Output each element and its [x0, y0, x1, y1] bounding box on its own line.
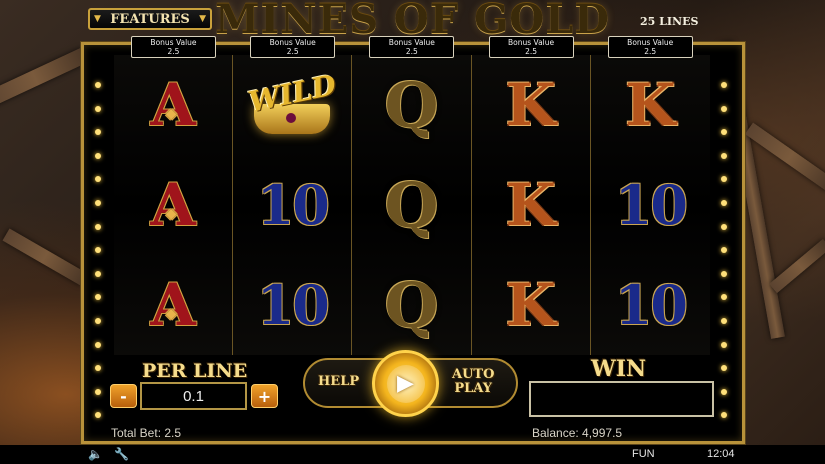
symbol-queen: Q [384, 68, 439, 142]
info-bar: Total Bet: 2.5 Balance: 4,997.5 [84, 424, 742, 441]
reel-4: Bonus Value 2.5 K K K [471, 36, 591, 355]
increase-bet-button[interactable]: + [251, 384, 278, 408]
play-icon: ▶ [386, 364, 425, 403]
wrench-icon[interactable]: 🔧 [114, 447, 129, 461]
speaker-icon[interactable]: 🔈 [88, 447, 103, 461]
mode-label: FUN [632, 448, 655, 460]
symbol-ten: 10 [614, 173, 688, 237]
win-display [529, 381, 714, 417]
lines-count: 25 LINES [640, 15, 699, 28]
balance: Balance: 4,997.5 [532, 426, 623, 440]
symbol-ace: A ◆ [150, 171, 196, 239]
symbol-king: K [505, 71, 556, 139]
reels: Bonus Value 2.5 A ◆ A ◆ A ◆ Bonus Value 2.5 W… [114, 36, 710, 355]
reel-2: Bonus Value 2.5 WILD 10 10 [233, 36, 353, 355]
clock: 12:04 [707, 448, 735, 460]
reel-3: Bonus Value 2.5 Q Q Q [352, 36, 472, 355]
symbol-king: K [505, 171, 556, 239]
per-line-value: 0.1 [140, 382, 247, 410]
triangle-down-icon: ▼ [199, 14, 206, 24]
symbol-ten: 10 [256, 273, 330, 337]
symbol-ten: 10 [256, 173, 330, 237]
symbol-ten: 10 [614, 273, 688, 337]
left-lights [95, 82, 103, 436]
features-label: FEATURES [110, 11, 190, 27]
autoplay-button[interactable]: AUTO PLAY [452, 368, 494, 396]
per-line-label: PER LINE [142, 360, 248, 382]
help-button[interactable]: HELP [318, 374, 359, 389]
symbol-queen: Q [384, 168, 439, 242]
symbol-ace: A ◆ [150, 271, 196, 339]
reel-5: Bonus Value 2.5 K 10 10 [590, 36, 710, 355]
win-label: WIN [591, 356, 647, 382]
right-lights [721, 82, 729, 436]
spin-button[interactable]: ▶ [372, 350, 439, 417]
symbol-wild: WILD [233, 55, 351, 155]
symbol-queen: Q [384, 268, 439, 342]
symbol-ace: A ◆ [150, 71, 196, 139]
decrease-bet-button[interactable]: - [110, 384, 137, 408]
features-button[interactable]: ▼ FEATURES ▼ [88, 8, 212, 30]
triangle-down-icon: ▼ [94, 14, 101, 24]
symbol-king: K [625, 71, 676, 139]
reel-1: Bonus Value 2.5 A ◆ A ◆ A ◆ [114, 36, 234, 355]
symbol-king: K [505, 271, 556, 339]
total-bet: Total Bet: 2.5 [111, 426, 182, 440]
status-bar: 🔈 🔧 FUN 12:04 [0, 445, 825, 464]
